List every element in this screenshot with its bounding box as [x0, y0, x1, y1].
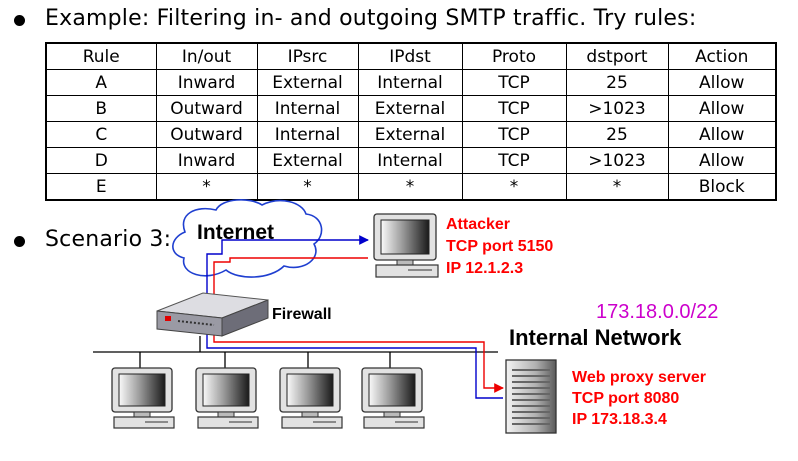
proxy-ip-label: IP 173.18.3.4: [572, 411, 667, 428]
internet-label: Internet: [197, 221, 275, 244]
web-proxy-server: [505, 359, 557, 434]
firewall-label: Firewall: [272, 306, 332, 323]
firewall-device: [156, 292, 269, 337]
internal-pc: [111, 367, 175, 429]
attacker-computer: [373, 213, 439, 278]
attacker-port-label: TCP port 5150: [446, 238, 554, 255]
proxy-port-label: TCP port 8080: [572, 390, 680, 407]
proxy-label: Web proxy server: [572, 369, 706, 386]
attacker-label: Attacker: [446, 216, 511, 233]
internal-pc: [361, 367, 425, 429]
subnet-label: 173.18.0.0/22: [596, 301, 719, 323]
internal-pc: [195, 367, 259, 429]
internal-network-label: Internal Network: [509, 325, 682, 350]
internal-pc: [279, 367, 343, 429]
attacker-ip-label: IP 12.1.2.3: [446, 260, 524, 277]
